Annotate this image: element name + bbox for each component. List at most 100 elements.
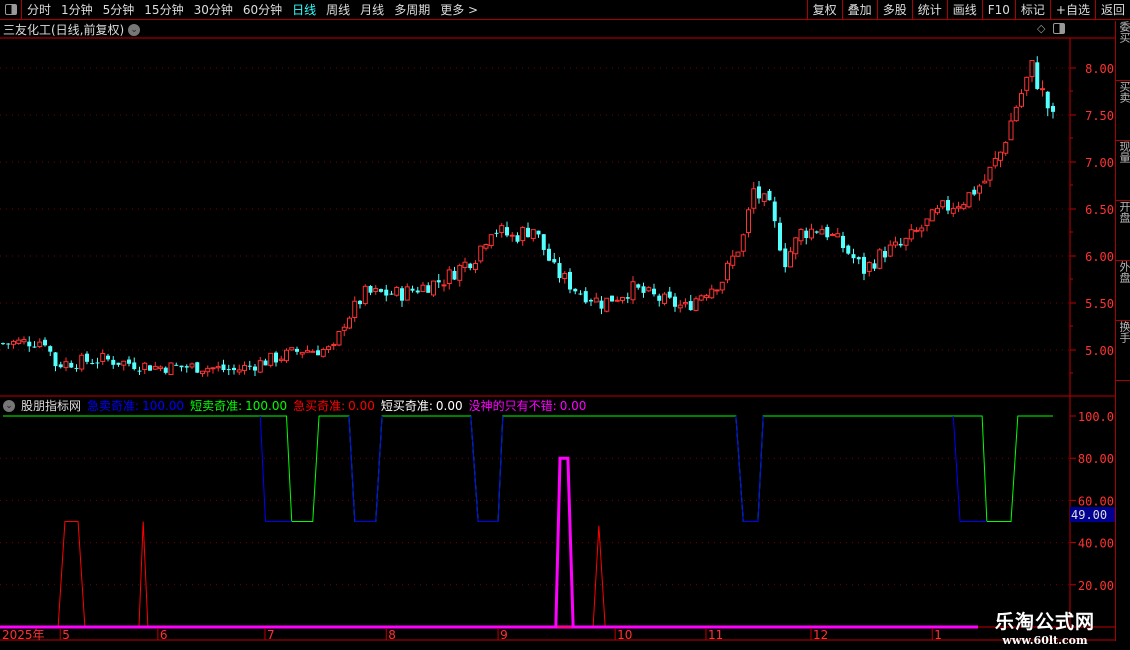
candle-up: [331, 344, 337, 347]
candle-up: [268, 352, 274, 366]
candle-up: [478, 245, 484, 262]
candle-down: [851, 254, 856, 259]
candle-down: [358, 300, 362, 305]
candle-down: [667, 291, 672, 298]
sidebar-tab[interactable]: 外盘: [1116, 261, 1130, 321]
price-tick-label: 6.00: [1085, 250, 1114, 264]
month-label: 1: [934, 628, 942, 642]
candle-down: [226, 369, 231, 371]
candle-down: [547, 248, 551, 261]
candle-up: [200, 370, 205, 375]
candle-up: [740, 234, 746, 252]
candle-up: [457, 265, 463, 281]
candle-down: [688, 301, 693, 311]
candle-up: [347, 317, 352, 329]
indicator-value: 短卖奇准: 100.00: [190, 397, 287, 414]
candle-down: [468, 263, 473, 269]
candle-down: [898, 243, 903, 246]
indicator-tick-label: 40.00: [1078, 537, 1114, 551]
candle-up: [310, 350, 316, 353]
candle-up: [473, 262, 478, 270]
candle-up: [152, 365, 158, 370]
candle-up: [919, 227, 925, 232]
sidebar-tab[interactable]: 委买: [1116, 21, 1130, 81]
candle-down: [946, 200, 950, 211]
candle-down: [90, 363, 95, 365]
candle-up: [961, 204, 967, 209]
candle-up: [646, 287, 652, 292]
indicator-name[interactable]: 股朋指标网: [21, 397, 81, 414]
candle-up: [924, 218, 930, 226]
candle-down: [137, 370, 142, 372]
candle-down: [58, 364, 63, 368]
candle-down: [1051, 106, 1055, 112]
candle-down: [856, 257, 861, 260]
candle-down: [184, 366, 189, 368]
candle-down: [163, 367, 168, 373]
sidebar-tab[interactable]: 买卖: [1116, 81, 1130, 141]
candle-up: [210, 367, 216, 370]
candle-down: [232, 367, 236, 371]
candle-up: [950, 207, 956, 214]
candle-up: [352, 300, 358, 319]
candle-down: [783, 248, 788, 268]
price-tick-label: 8.00: [1085, 62, 1114, 76]
candle-up: [966, 192, 972, 208]
candle-up: [730, 255, 736, 266]
price-tick-label: 7.00: [1085, 156, 1114, 170]
candle-down: [1035, 62, 1040, 89]
candle-down: [541, 234, 546, 250]
candle-down: [316, 350, 320, 356]
candle-down: [625, 297, 630, 299]
candle-down: [652, 288, 656, 295]
candle-up: [462, 261, 468, 269]
candle-down: [410, 288, 415, 291]
candle-down: [179, 365, 184, 368]
sidebar-tab[interactable]: 换手: [1116, 321, 1130, 381]
candle-up: [341, 326, 347, 331]
candle-up: [992, 157, 998, 167]
candle-down: [253, 366, 257, 371]
candle-up: [16, 339, 22, 344]
candle-up: [530, 229, 536, 239]
candle-down: [599, 300, 604, 309]
candle-down: [972, 189, 977, 195]
indicator-value: 短买奇准: 0.00: [381, 397, 463, 414]
indicator-label: 急卖奇准:: [87, 399, 140, 413]
candle-up: [499, 225, 505, 233]
chevron-down-icon[interactable]: ⌄: [3, 399, 15, 412]
candle-down: [174, 364, 179, 366]
kline-chart[interactable]: 8.007.507.006.506.005.505.00100.080.0060…: [0, 0, 1115, 650]
indicator-label: 短卖奇准:: [190, 399, 243, 413]
candle-up: [431, 280, 436, 296]
candle-down: [583, 291, 588, 303]
candle-down: [641, 286, 646, 293]
candle-up: [488, 234, 494, 247]
candle-up: [914, 229, 919, 232]
candle-down: [657, 295, 662, 301]
candle-up: [168, 362, 174, 375]
candle-down: [111, 359, 116, 365]
candle-down: [526, 227, 530, 238]
month-label: 6: [160, 628, 168, 642]
candle-up: [887, 244, 893, 257]
candle-up: [725, 262, 730, 281]
candle-up: [929, 209, 935, 222]
candle-up: [394, 286, 400, 296]
candle-up: [100, 353, 106, 362]
good-signal-line: [3, 456, 978, 629]
candle-down: [95, 362, 100, 364]
indicator-header: ⌄ 股朋指标网 急卖奇准: 100.00 短卖奇准: 100.00 急买奇准: 0.00 短…: [3, 397, 586, 414]
candle-up: [714, 289, 720, 292]
candle-up: [698, 295, 704, 301]
indicator-label: 没神的只有不错:: [468, 399, 557, 413]
indicator-tick-label: 20.00: [1078, 579, 1114, 593]
sidebar-tab[interactable]: 开盘: [1116, 201, 1130, 261]
price-tick-label: 7.50: [1085, 109, 1114, 123]
right-sidebar: 委买 买卖 现量 开盘 外盘 换手: [1115, 21, 1130, 641]
candle-up: [326, 346, 331, 351]
candle-up: [121, 360, 127, 366]
candle-up: [257, 360, 263, 373]
sidebar-tab[interactable]: 现量: [1116, 141, 1130, 201]
month-label: 10: [617, 628, 632, 642]
